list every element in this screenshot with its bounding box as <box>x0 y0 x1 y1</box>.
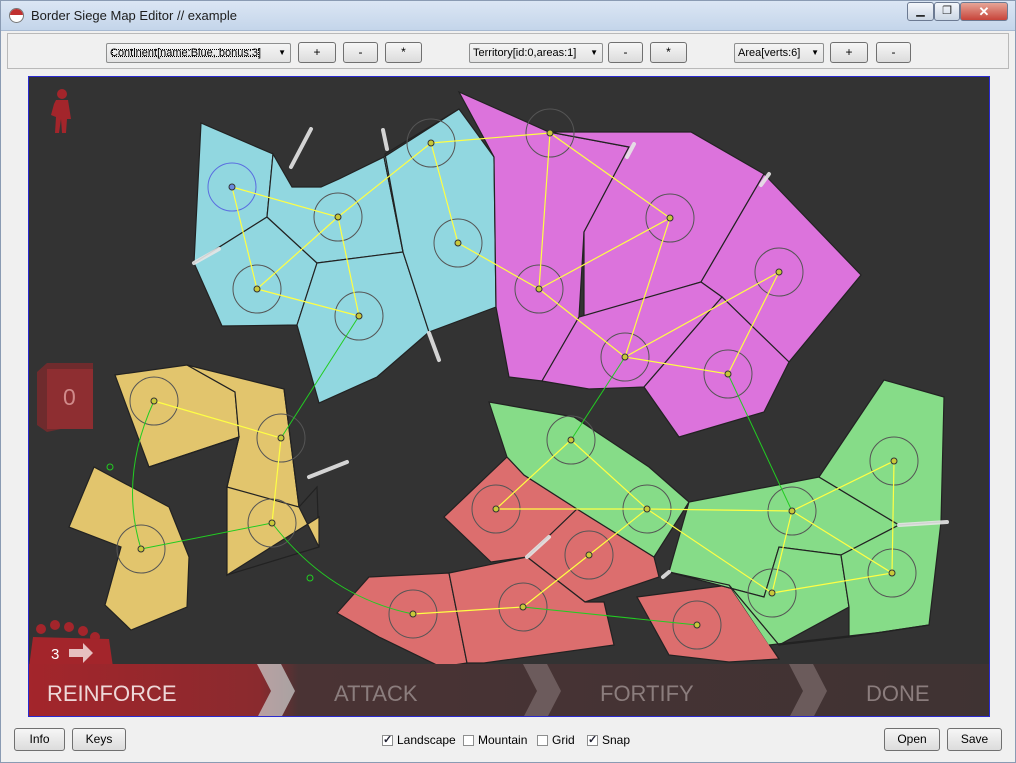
remove-area-button[interactable]: - <box>876 42 911 63</box>
phase-fortify[interactable]: FORTIFY <box>600 681 694 707</box>
area-select-value: Area[verts:6] <box>738 47 801 59</box>
checkbox-checked-icon <box>382 733 393 747</box>
checkbox-checked-icon <box>587 733 598 747</box>
window-title: Border Siege Map Editor // example <box>31 8 237 23</box>
chevron-down-icon: ▼ <box>590 48 598 57</box>
continent-magenta[interactable] <box>457 90 862 438</box>
phase-attack[interactable]: ATTACK <box>334 681 418 707</box>
army-icon <box>29 620 113 667</box>
minimize-button[interactable]: ▁ <box>907 2 934 21</box>
checkbox-icon <box>537 735 548 746</box>
phase-done[interactable]: DONE <box>866 681 930 707</box>
grid-checkbox[interactable]: Grid <box>537 733 575 749</box>
soldier-icon <box>51 89 71 133</box>
landscape-label: Landscape <box>397 733 456 747</box>
remove-territory-button[interactable]: - <box>608 42 643 63</box>
continent-yellow[interactable] <box>68 364 320 631</box>
continent-blue[interactable] <box>193 108 497 404</box>
app-window: Border Siege Map Editor // example ▁ ❐ ✕… <box>0 0 1016 763</box>
snap-label: Snap <box>602 733 631 747</box>
territory-count: 0 <box>63 384 76 410</box>
app-icon <box>9 8 24 23</box>
continent-star-button[interactable]: * <box>385 42 422 63</box>
keys-button[interactable]: Keys <box>72 728 126 751</box>
landscape-checkbox[interactable]: Landscape <box>382 733 456 749</box>
add-area-button[interactable]: + <box>830 42 868 63</box>
chevron-down-icon: ▼ <box>811 48 819 57</box>
open-button[interactable]: Open <box>884 728 940 751</box>
bottom-bar: Info Keys Landscape Mountain Grid Snap O… <box>1 727 1015 757</box>
continent-select-value: Continent[name:Blue, bonus:3] <box>110 47 262 59</box>
map-canvas[interactable]: 3 0 REINFORCE ATTACK FORTIFY DONE <box>28 76 990 717</box>
save-button[interactable]: Save <box>947 728 1002 751</box>
remove-continent-button[interactable]: - <box>343 42 378 63</box>
editor-toolbar: Continent[name:Blue, bonus:3] ▼ + - * Te… <box>7 33 1009 69</box>
add-continent-button[interactable]: + <box>298 42 336 63</box>
territory-select-value: Territory[id:0,areas:1] <box>473 47 577 59</box>
info-button[interactable]: Info <box>14 728 65 751</box>
checkbox-icon <box>463 735 474 746</box>
title-bar: Border Siege Map Editor // example ▁ ❐ ✕ <box>1 1 1015 31</box>
territory-select[interactable]: Territory[id:0,areas:1] ▼ <box>469 43 603 63</box>
reinforcements-count: 3 <box>51 646 59 663</box>
territory-star-button[interactable]: * <box>650 42 687 63</box>
close-button[interactable]: ✕ <box>960 2 1008 21</box>
area-select[interactable]: Area[verts:6] ▼ <box>734 43 824 63</box>
phase-reinforce[interactable]: REINFORCE <box>47 681 177 707</box>
grid-label: Grid <box>552 733 575 747</box>
maximize-button[interactable]: ❐ <box>934 2 960 21</box>
snap-checkbox[interactable]: Snap <box>587 733 630 749</box>
mountain-label: Mountain <box>478 733 528 747</box>
continent-select[interactable]: Continent[name:Blue, bonus:3] ▼ <box>106 43 291 63</box>
mountain-checkbox[interactable]: Mountain <box>463 733 527 749</box>
chevron-down-icon: ▼ <box>278 48 286 57</box>
